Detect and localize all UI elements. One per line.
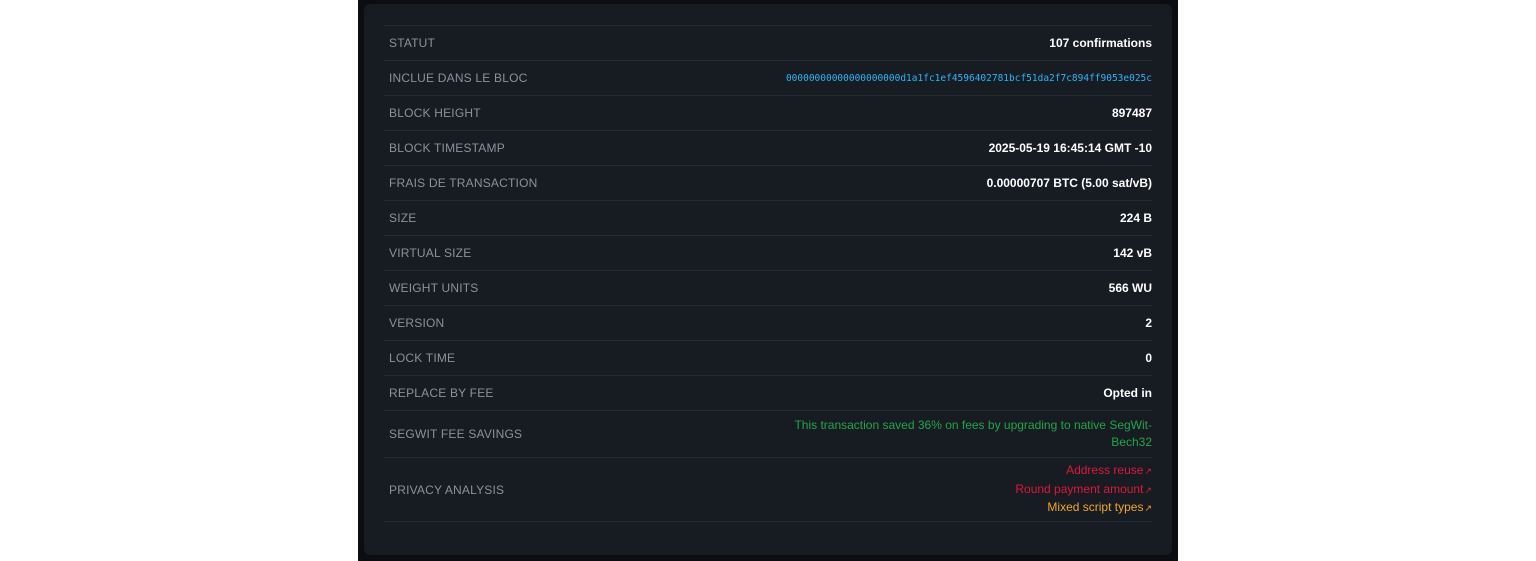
row-segwit-fee-savings: SEGWIT FEE SAVINGS This transaction save… [384,411,1152,458]
transaction-details-card: STATUT 107 confirmations INCLUE DANS LE … [364,4,1172,555]
replace-by-fee-value: Opted in [1103,386,1152,400]
weight-units-value: 566 WU [1108,281,1152,295]
row-transaction-fee: FRAIS DE TRANSACTION 0.00000707 BTC (5.0… [384,166,1152,201]
block-height-label: BLOCK HEIGHT [389,106,481,120]
row-lock-time: LOCK TIME 0 [384,341,1152,376]
row-replace-by-fee: REPLACE BY FEE Opted in [384,376,1152,411]
privacy-item-label: Round payment amount [1015,481,1144,496]
privacy-item-label: Address reuse [1066,463,1144,478]
size-label: SIZE [389,211,417,225]
external-link-arrow-icon: ↗ [1144,484,1152,495]
lock-time-value: 0 [1145,351,1152,365]
row-included-in-block: INCLUE DANS LE BLOC 00000000000000000000… [384,61,1152,96]
segwit-fee-savings-label: SEGWIT FEE SAVINGS [389,427,523,441]
replace-by-fee-label: REPLACE BY FEE [389,386,494,400]
privacy-item-mixed-script-types[interactable]: Mixed script types↗ [1047,499,1152,517]
row-weight-units: WEIGHT UNITS 566 WU [384,271,1152,306]
row-virtual-size: VIRTUAL SIZE 142 vB [384,236,1152,271]
external-link-arrow-icon: ↗ [1144,503,1152,514]
transaction-fee-value: 0.00000707 BTC (5.00 sat/vB) [986,176,1152,190]
virtual-size-value: 142 vB [1113,246,1152,260]
virtual-size-label: VIRTUAL SIZE [389,246,472,260]
weight-units-label: WEIGHT UNITS [389,281,479,295]
external-link-arrow-icon: ↗ [1144,466,1152,477]
segwit-fee-savings-value: This transaction saved 36% on fees by up… [794,418,1152,449]
row-privacy-analysis: PRIVACY ANALYSIS Address reuse↗ Round pa… [384,458,1152,522]
included-in-block-label: INCLUE DANS LE BLOC [389,71,528,85]
row-size: SIZE 224 B [384,201,1152,236]
lock-time-label: LOCK TIME [389,351,456,365]
privacy-item-address-reuse[interactable]: Address reuse↗ [1066,462,1152,480]
row-status: STATUT 107 confirmations [384,26,1152,61]
status-label: STATUT [389,36,436,50]
block-timestamp-label: BLOCK TIMESTAMP [389,141,505,155]
privacy-item-label: Mixed script types [1047,500,1144,515]
status-value: 107 confirmations [1049,36,1152,50]
row-version: VERSION 2 [384,306,1152,341]
privacy-analysis-label: PRIVACY ANALYSIS [389,482,505,497]
block-height-value: 897487 [1111,106,1152,120]
block-timestamp-value: 2025-05-19 16:45:14 GMT -10 [988,141,1152,155]
page-frame: STATUT 107 confirmations INCLUE DANS LE … [358,0,1178,561]
transaction-fee-label: FRAIS DE TRANSACTION [389,176,538,190]
version-value: 2 [1145,316,1152,330]
version-label: VERSION [389,316,445,330]
privacy-item-round-payment-amount[interactable]: Round payment amount↗ [1015,481,1152,499]
size-value: 224 B [1119,211,1152,225]
block-hash-link[interactable]: 00000000000000000000d1a1fc1ef4596402781b… [786,73,1152,84]
row-block-timestamp: BLOCK TIMESTAMP 2025-05-19 16:45:14 GMT … [384,131,1152,166]
transaction-details-table: STATUT 107 confirmations INCLUE DANS LE … [384,25,1152,522]
row-block-height: BLOCK HEIGHT 897487 [384,96,1152,131]
privacy-analysis-list: Address reuse↗ Round payment amount↗ Mix… [1015,462,1152,517]
